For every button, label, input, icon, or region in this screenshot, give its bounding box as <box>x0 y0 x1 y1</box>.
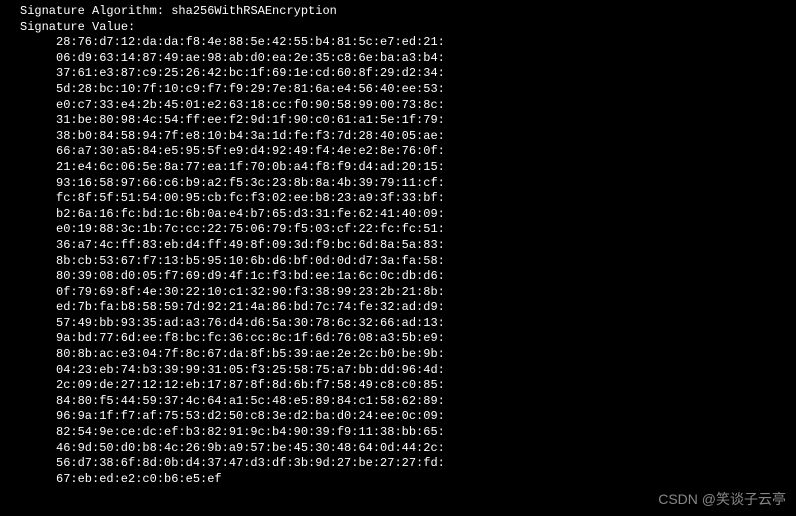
hex-line: b2:6a:16:fc:bd:1c:6b:0a:e4:b7:65:d3:31:f… <box>0 207 796 223</box>
hex-line: 56:d7:38:6f:8d:0b:d4:37:47:d3:df:3b:9d:2… <box>0 456 796 472</box>
hex-line: 9a:bd:77:6d:ee:f8:bc:fc:36:cc:8c:1f:6d:7… <box>0 331 796 347</box>
hex-line: 67:eb:ed:e2:c0:b6:e5:ef <box>0 472 796 488</box>
hex-line: 21:e4:6c:06:5e:8a:77:ea:1f:70:0b:a4:f8:f… <box>0 160 796 176</box>
hex-line: ed:7b:fa:b8:58:59:7d:92:21:4a:86:bd:7c:7… <box>0 300 796 316</box>
hex-line: fc:8f:5f:51:54:00:95:cb:fc:f3:02:ee:b8:2… <box>0 191 796 207</box>
hex-line: 8b:cb:53:67:f7:13:b5:95:10:6b:d6:bf:0d:0… <box>0 254 796 270</box>
signature-value-label: Signature Value: <box>0 20 796 36</box>
hex-line: 04:23:eb:74:b3:39:99:31:05:f3:25:58:75:a… <box>0 363 796 379</box>
hex-line: 2c:09:de:27:12:12:eb:17:87:8f:8d:6b:f7:5… <box>0 378 796 394</box>
hex-line: e0:c7:33:e4:2b:45:01:e2:63:18:cc:f0:90:5… <box>0 98 796 114</box>
hex-line: 96:9a:1f:f7:af:75:53:d2:50:c8:3e:d2:ba:d… <box>0 409 796 425</box>
hex-line: 66:a7:30:a5:84:e5:95:5f:e9:d4:92:49:f4:4… <box>0 144 796 160</box>
signature-hex-dump: 28:76:d7:12:da:da:f8:4e:88:5e:42:55:b4:8… <box>0 35 796 487</box>
signature-algorithm-label: Signature Algorithm: sha256WithRSAEncryp… <box>0 4 796 20</box>
hex-line: 5d:28:bc:10:7f:10:c9:f7:f9:29:7e:81:6a:e… <box>0 82 796 98</box>
hex-line: 46:9d:50:d0:b8:4c:26:9b:a9:57:be:45:30:4… <box>0 441 796 457</box>
hex-line: 80:39:08:d0:05:f7:69:d9:4f:1c:f3:bd:ee:1… <box>0 269 796 285</box>
hex-line: 0f:79:69:8f:4e:30:22:10:c1:32:90:f3:38:9… <box>0 285 796 301</box>
hex-line: 28:76:d7:12:da:da:f8:4e:88:5e:42:55:b4:8… <box>0 35 796 51</box>
hex-line: 06:d9:63:14:87:49:ae:98:ab:d0:ea:2e:35:c… <box>0 51 796 67</box>
hex-line: 31:be:80:98:4c:54:ff:ee:f2:9d:1f:90:c0:6… <box>0 113 796 129</box>
hex-line: 36:a7:4c:ff:83:eb:d4:ff:49:8f:09:3d:f9:b… <box>0 238 796 254</box>
hex-line: 84:80:f5:44:59:37:4c:64:a1:5c:48:e5:89:8… <box>0 394 796 410</box>
hex-line: 38:b0:84:58:94:7f:e8:10:b4:3a:1d:fe:f3:7… <box>0 129 796 145</box>
hex-line: 80:8b:ac:e3:04:7f:8c:67:da:8f:b5:39:ae:2… <box>0 347 796 363</box>
hex-line: 82:54:9e:ce:dc:ef:b3:82:91:9c:b4:90:39:f… <box>0 425 796 441</box>
hex-line: e0:19:88:3c:1b:7c:cc:22:75:06:79:f5:03:c… <box>0 222 796 238</box>
csdn-watermark: CSDN @笑谈子云亭 <box>658 490 786 508</box>
hex-line: 93:16:58:97:66:c6:b9:a2:f5:3c:23:8b:8a:4… <box>0 176 796 192</box>
hex-line: 57:49:bb:93:35:ad:a3:76:d4:d6:5a:30:78:6… <box>0 316 796 332</box>
hex-line: 37:61:e3:87:c9:25:26:42:bc:1f:69:1e:cd:6… <box>0 66 796 82</box>
